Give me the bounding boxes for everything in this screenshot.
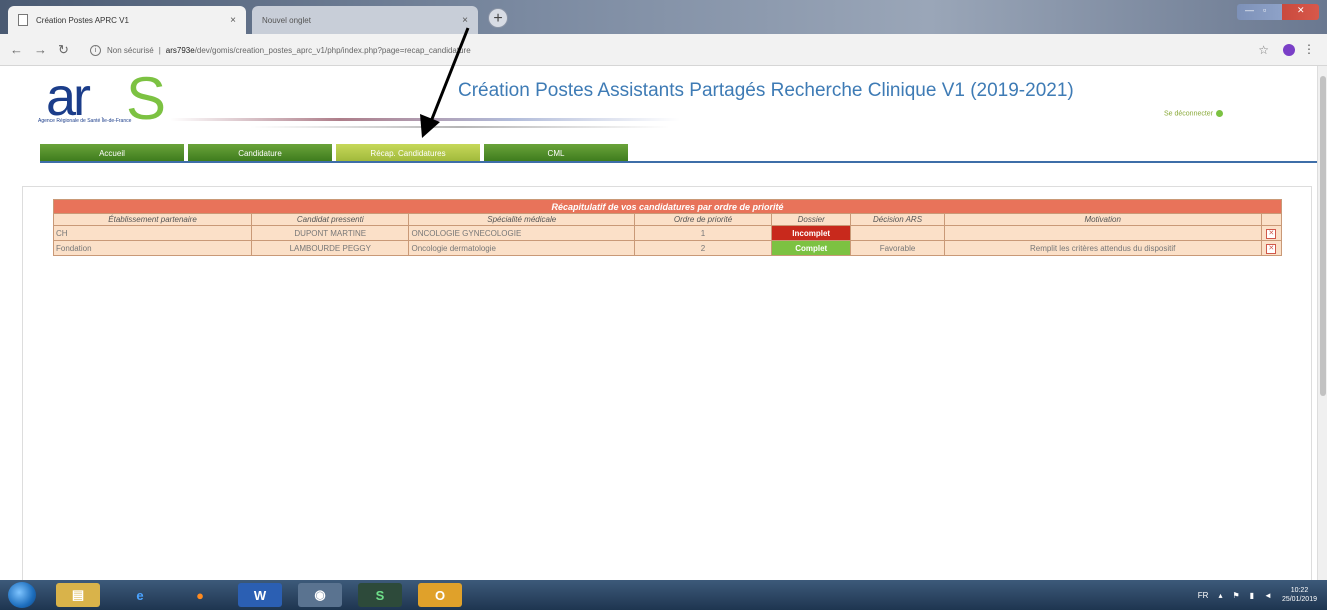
maximize-icon[interactable]: ▫ <box>1263 5 1266 15</box>
address-bar: ← → ↻ i Non sécurisé | ars793e /dev/gomi… <box>0 34 1327 66</box>
cell-candidat: LAMBOURDE PEGGY <box>251 240 410 256</box>
cell-actions: ✕ <box>1260 240 1283 256</box>
scrollbar-thumb[interactable] <box>1320 76 1326 396</box>
minimize-icon[interactable]: — <box>1245 5 1254 15</box>
annotation-arrow-icon <box>420 27 470 138</box>
status-badge[interactable]: Incomplet <box>786 227 837 239</box>
bookmark-star-icon[interactable]: ☆ <box>1258 43 1269 57</box>
logout-icon <box>1216 110 1224 117</box>
clock-time: 10:22 <box>1290 587 1309 594</box>
url-host: ars793e <box>165 45 195 55</box>
word-icon[interactable]: W <box>238 583 282 607</box>
chrome-icon[interactable]: ◉ <box>298 583 342 607</box>
network-icon[interactable]: ▮ <box>1250 591 1254 600</box>
new-tab-button[interactable]: + <box>488 8 508 28</box>
forward-icon[interactable]: → <box>34 42 47 57</box>
cell-candidat: DUPONT MARTINE <box>251 225 410 241</box>
browser-tab-strip: Création Postes APRC V1 × Nouvel onglet … <box>0 0 1327 34</box>
start-button[interactable] <box>8 582 36 608</box>
col-header-actions <box>1260 213 1283 226</box>
tray-arrow-icon[interactable]: ▴ <box>1218 591 1222 600</box>
table-row: Fondation LAMBOURDE PEGGY Oncologie derm… <box>52 240 1283 256</box>
cell-motivation: Remplit les critères attendus du disposi… <box>943 240 1262 256</box>
nav-accueil[interactable]: Accueil <box>40 144 184 162</box>
page-viewport: ar S Agence Régionale de Santé Île-de-Fr… <box>0 27 1327 580</box>
windows-taskbar: ▤ e ● W ◉ S O FR ▴ ⚑ ▮ ◄ 10:22 25/01/201… <box>0 580 1327 610</box>
profile-avatar[interactable] <box>1283 44 1295 56</box>
info-icon[interactable]: i <box>90 44 101 56</box>
table-row: CH DUPONT MARTINE ONCOLOGIE GYNECOLOGIE … <box>52 225 1283 241</box>
status-badge[interactable]: Complet <box>789 242 834 254</box>
cell-specialite: ONCOLOGIE GYNECOLOGIE <box>408 225 635 241</box>
cell-motivation <box>943 225 1262 241</box>
logo-subtitle: Agence Régionale de Santé Île-de-France <box>38 118 132 124</box>
col-header-etablissement: Établissement partenaire <box>52 213 253 226</box>
cell-etablissement: CH <box>52 225 253 241</box>
logout-label: Se déconnecter <box>1164 110 1214 118</box>
url-separator: | <box>158 45 161 55</box>
nav-candidature[interactable]: Candidature <box>188 144 332 162</box>
delete-icon[interactable]: ✕ <box>1266 228 1277 239</box>
nav-cml[interactable]: CML <box>484 144 628 162</box>
reload-icon[interactable]: ↻ <box>58 42 69 58</box>
window-controls[interactable]: — ▫ ✕ <box>1237 4 1319 20</box>
recap-table: Récapitulatif de vos candidatures par or… <box>52 199 1283 256</box>
cell-actions: ✕ <box>1260 225 1283 241</box>
explorer-icon[interactable]: ▤ <box>56 583 100 607</box>
cell-etablissement: Fondation <box>52 240 253 256</box>
col-header-specialite: Spécialité médicale <box>408 213 635 226</box>
tab-title: Création Postes APRC V1 <box>36 15 129 25</box>
close-tab-icon[interactable]: × <box>230 15 236 26</box>
close-window-icon[interactable]: ✕ <box>1297 5 1305 16</box>
cell-ordre: 2 <box>633 240 773 256</box>
cell-specialite: Oncologie dermatologie <box>408 240 635 256</box>
close-tab-icon[interactable]: × <box>462 15 468 26</box>
clock[interactable]: 10:22 25/01/2019 <box>1282 586 1317 604</box>
language-indicator[interactable]: FR <box>1198 591 1209 600</box>
volume-icon[interactable]: ◄ <box>1264 591 1272 600</box>
cell-decision: Favorable <box>850 240 945 256</box>
col-header-candidat: Candidat pressenti <box>251 213 410 226</box>
page-title: Création Postes Assistants Partagés Rech… <box>458 80 1074 101</box>
col-header-decision: Décision ARS <box>850 213 945 226</box>
url-field[interactable]: i Non sécurisé | ars793e /dev/gomis/crea… <box>90 40 1250 60</box>
table-caption: Récapitulatif de vos candidatures par or… <box>53 199 1282 214</box>
outlook-icon[interactable]: O <box>418 583 462 607</box>
browser-tab-active[interactable]: Création Postes APRC V1 × <box>8 6 246 34</box>
cell-dossier[interactable]: Incomplet <box>771 225 852 241</box>
page-icon <box>18 14 28 26</box>
firefox-icon[interactable]: ● <box>178 583 222 607</box>
main-nav: Accueil Candidature Récap. Candidatures … <box>40 144 628 162</box>
page-scrollbar[interactable] <box>1317 66 1327 580</box>
logout-link[interactable]: Se déconnecter <box>1164 110 1224 118</box>
tab-title: Nouvel onglet <box>262 15 311 25</box>
cell-ordre: 1 <box>633 225 773 241</box>
clock-date: 25/01/2019 <box>1281 596 1317 603</box>
security-label: Non sécurisé <box>107 45 154 55</box>
nav-recap-candidatures[interactable]: Récap. Candidatures <box>336 144 480 162</box>
logo-s-mark: S <box>126 65 167 132</box>
ars-logo[interactable]: ar S Agence Régionale de Santé Île-de-Fr… <box>36 65 166 134</box>
internet-explorer-icon[interactable]: e <box>118 583 162 607</box>
back-icon[interactable]: ← <box>10 42 23 57</box>
col-header-dossier: Dossier <box>771 213 852 226</box>
cell-decision <box>850 225 945 241</box>
delete-icon[interactable]: ✕ <box>1266 243 1277 254</box>
menu-icon[interactable]: ⋮ <box>1303 42 1315 56</box>
nav-divider <box>40 161 1318 163</box>
s-app-icon[interactable]: S <box>358 583 402 607</box>
col-header-ordre: Ordre de priorité <box>633 213 773 226</box>
col-header-motivation: Motivation <box>943 213 1262 226</box>
flag-icon[interactable]: ⚑ <box>1232 591 1239 600</box>
system-tray: FR ▴ ⚑ ▮ ◄ 10:22 25/01/2019 <box>1198 586 1317 604</box>
cell-dossier[interactable]: Complet <box>771 240 852 256</box>
